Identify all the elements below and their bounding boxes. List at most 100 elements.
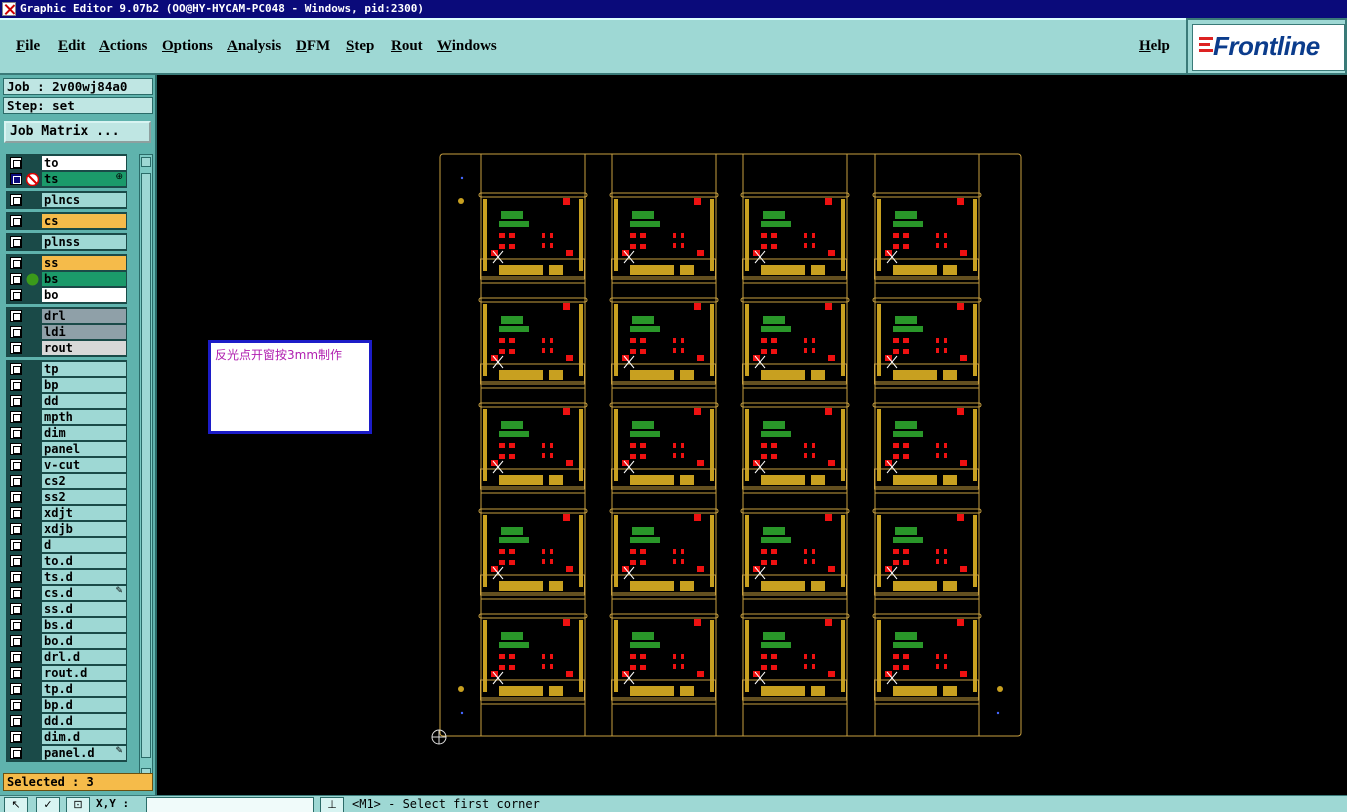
layer-row[interactable]: plnss <box>7 234 126 250</box>
layer-row[interactable]: dim.d <box>7 729 126 745</box>
layer-checkbox[interactable] <box>10 273 22 285</box>
layer-row[interactable]: bo <box>7 287 126 303</box>
layer-checkbox[interactable] <box>10 683 22 695</box>
layer-row[interactable]: rout <box>7 340 126 356</box>
layer-checkbox[interactable] <box>10 310 22 322</box>
layer-checkbox[interactable] <box>10 215 22 227</box>
layer-row[interactable]: plncs <box>7 192 126 208</box>
layer-checkbox[interactable] <box>10 507 22 519</box>
layer-checkbox[interactable] <box>10 555 22 567</box>
layer-name-mpth[interactable]: mpth <box>42 410 126 424</box>
layer-row[interactable]: ss <box>7 255 126 271</box>
layer-row[interactable]: bo.d <box>7 633 126 649</box>
layer-row[interactable]: drl.d <box>7 649 126 665</box>
check-tool-icon[interactable]: ✓ <box>36 797 60 812</box>
layer-row[interactable]: cs.d ✎ <box>7 585 126 601</box>
layer-name-dd[interactable]: dd <box>42 394 126 408</box>
layer-name-drl-d[interactable]: drl.d <box>42 650 126 664</box>
layer-row[interactable]: tp.d <box>7 681 126 697</box>
layer-row[interactable]: cs2 <box>7 473 126 489</box>
layer-checkbox[interactable] <box>10 715 22 727</box>
layer-row[interactable]: dd <box>7 393 126 409</box>
layer-name-to-d[interactable]: to.d <box>42 554 126 568</box>
layer-row[interactable]: rout.d <box>7 665 126 681</box>
layer-name-dim-d[interactable]: dim.d <box>42 730 126 744</box>
coordinate-input[interactable] <box>146 797 314 812</box>
menu-options[interactable]: Options <box>162 38 213 55</box>
snap-tool-icon[interactable]: ⊡ <box>66 797 90 812</box>
layer-row[interactable]: mpth <box>7 409 126 425</box>
menu-help[interactable]: Help <box>1139 38 1170 55</box>
layer-row[interactable]: dim <box>7 425 126 441</box>
layer-row[interactable]: to.d <box>7 553 126 569</box>
layer-row[interactable]: panel.d ✎ <box>7 745 126 761</box>
layer-name-ts-d[interactable]: ts.d <box>42 570 126 584</box>
layer-row[interactable]: ss2 <box>7 489 126 505</box>
layer-row[interactable]: dd.d <box>7 713 126 729</box>
menu-analysis[interactable]: Analysis <box>227 38 281 55</box>
layer-name-dd-d[interactable]: dd.d <box>42 714 126 728</box>
layer-name-xdjb[interactable]: xdjb <box>42 522 126 536</box>
layer-checkbox[interactable] <box>10 475 22 487</box>
layer-checkbox[interactable] <box>10 194 22 206</box>
layer-row[interactable]: cs <box>7 213 126 229</box>
layer-checkbox[interactable] <box>10 443 22 455</box>
layer-name-plnss[interactable]: plnss <box>42 235 126 249</box>
layer-checkbox[interactable] <box>10 571 22 583</box>
layer-checkbox[interactable] <box>10 747 22 759</box>
layer-row[interactable]: drl <box>7 308 126 324</box>
layer-row[interactable]: ts ⊕ <box>7 171 126 187</box>
layer-name-drl[interactable]: drl <box>42 309 126 323</box>
note-box[interactable]: 反光点开窗按3mm制作 <box>208 340 372 434</box>
layer-checkbox[interactable] <box>10 411 22 423</box>
layer-checkbox[interactable] <box>10 619 22 631</box>
layer-row[interactable]: bs <box>7 271 126 287</box>
layer-checkbox[interactable] <box>10 173 22 185</box>
layer-name-tp[interactable]: tp <box>42 362 126 376</box>
layer-checkbox[interactable] <box>10 289 22 301</box>
layer-name-bs-d[interactable]: bs.d <box>42 618 126 632</box>
job-matrix-button[interactable]: Job Matrix ... <box>4 121 151 143</box>
layer-checkbox[interactable] <box>10 379 22 391</box>
layer-row[interactable]: ldi <box>7 324 126 340</box>
layer-checkbox[interactable] <box>10 523 22 535</box>
layer-row[interactable]: v-cut <box>7 457 126 473</box>
layer-name-ss-d[interactable]: ss.d <box>42 602 126 616</box>
layer-checkbox[interactable] <box>10 603 22 615</box>
menu-file[interactable]: File <box>16 38 40 55</box>
layer-checkbox[interactable] <box>10 342 22 354</box>
pointer-tool-icon[interactable]: ↖ <box>4 797 28 812</box>
layer-checkbox[interactable] <box>10 699 22 711</box>
layer-checkbox[interactable] <box>10 257 22 269</box>
menu-dfm[interactable]: DFM <box>296 38 330 55</box>
menu-windows[interactable]: Windows <box>437 38 497 55</box>
layer-name-plncs[interactable]: plncs <box>42 193 126 207</box>
layer-row[interactable]: ss.d <box>7 601 126 617</box>
layer-name-bo-d[interactable]: bo.d <box>42 634 126 648</box>
layer-name-cs-d[interactable]: cs.d <box>42 586 126 600</box>
layer-row[interactable]: xdjb <box>7 521 126 537</box>
menu-step[interactable]: Step <box>346 38 374 55</box>
layer-name-bo[interactable]: bo <box>42 288 126 302</box>
layer-checkbox[interactable] <box>10 731 22 743</box>
layer-name-ts[interactable]: ts <box>42 172 126 186</box>
layer-name-rout[interactable]: rout <box>42 341 126 355</box>
menu-edit[interactable]: Edit <box>58 38 86 55</box>
layer-row[interactable]: bp <box>7 377 126 393</box>
layer-name-cs[interactable]: cs <box>42 214 126 228</box>
layer-row[interactable]: bp.d <box>7 697 126 713</box>
layer-checkbox[interactable] <box>10 587 22 599</box>
layer-name-xdjt[interactable]: xdjt <box>42 506 126 520</box>
layer-name-bs[interactable]: bs <box>42 272 126 286</box>
layer-checkbox[interactable] <box>10 395 22 407</box>
layer-checkbox[interactable] <box>10 651 22 663</box>
layer-checkbox[interactable] <box>10 363 22 375</box>
layer-row[interactable]: panel <box>7 441 126 457</box>
layer-name-panel[interactable]: panel <box>42 442 126 456</box>
layer-checkbox[interactable] <box>10 491 22 503</box>
layer-name-cs2[interactable]: cs2 <box>42 474 126 488</box>
layer-name-to[interactable]: to <box>42 156 126 170</box>
layer-checkbox[interactable] <box>10 459 22 471</box>
layer-name-ss[interactable]: ss <box>42 256 126 270</box>
graphic-canvas[interactable]: 反光点开窗按3mm制作 <box>157 75 1347 795</box>
